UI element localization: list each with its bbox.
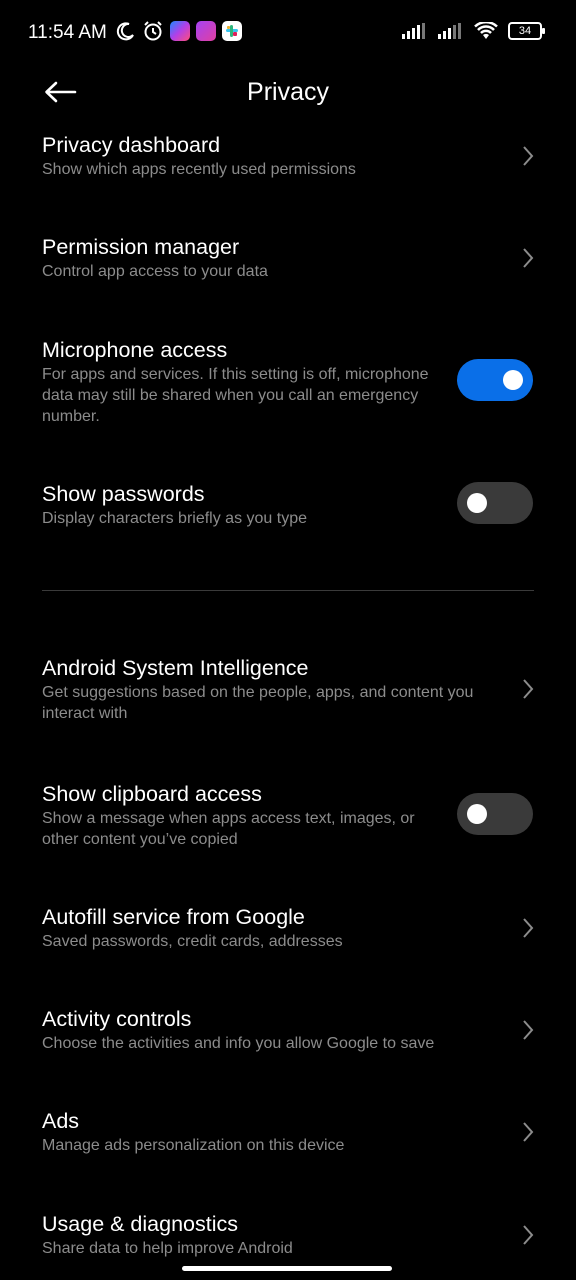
chevron-right-icon (523, 1225, 534, 1245)
moon-icon (116, 22, 134, 41)
slack-icon (222, 21, 242, 41)
show-passwords-toggle[interactable] (457, 482, 533, 524)
section-divider (42, 590, 534, 591)
chevron-right-icon (523, 1020, 534, 1040)
row-subtitle: Manage ads personalization on this devic… (42, 1137, 345, 1154)
show-clipboard-access-toggle[interactable] (457, 793, 533, 835)
row-subtitle: Show a message when apps access text, im… (42, 810, 415, 848)
chevron-right-icon (523, 918, 534, 938)
row-subtitle: Share data to help improve Android (42, 1240, 293, 1257)
show-passwords-row[interactable]: Show passwords Display characters briefl… (42, 480, 536, 529)
toggle-knob (467, 804, 487, 824)
toggle-knob (467, 493, 487, 513)
android-system-intelligence-row[interactable]: Android System Intelligence Get suggesti… (42, 654, 536, 724)
permission-manager-row[interactable]: Permission manager Control app access to… (42, 233, 536, 282)
microphone-access-toggle[interactable] (457, 359, 533, 401)
row-subtitle: Saved passwords, credit cards, addresses (42, 933, 343, 950)
signal-icon (402, 23, 425, 39)
usage-diagnostics-row[interactable]: Usage & diagnostics Share data to help i… (42, 1210, 536, 1259)
home-indicator[interactable] (182, 1266, 392, 1271)
row-subtitle: Choose the activities and info you allow… (42, 1035, 435, 1052)
battery-icon: 34 (508, 22, 545, 40)
row-subtitle: Show which apps recently used permission… (42, 161, 356, 178)
row-title: Autofill service from Google (42, 905, 305, 929)
chevron-right-icon (523, 1122, 534, 1142)
row-title: Android System Intelligence (42, 656, 309, 680)
header: Privacy (0, 64, 576, 124)
row-title: Activity controls (42, 1007, 192, 1031)
chevron-right-icon (523, 679, 534, 699)
row-title: Usage & diagnostics (42, 1212, 238, 1236)
show-clipboard-access-row[interactable]: Show clipboard access Show a message whe… (42, 780, 536, 850)
toggle-knob (503, 370, 523, 390)
status-left-icons (116, 20, 242, 42)
row-title: Permission manager (42, 235, 240, 259)
chevron-right-icon (523, 146, 534, 166)
wifi-icon (474, 22, 498, 39)
row-title: Ads (42, 1109, 80, 1133)
row-subtitle: Control app access to your data (42, 263, 268, 280)
battery-level: 34 (518, 25, 532, 37)
status-bar: 11:54 AM 34 (0, 0, 576, 64)
signal-icon (438, 23, 461, 39)
privacy-dashboard-row[interactable]: Privacy dashboard Show which apps recent… (42, 131, 536, 180)
row-title: Privacy dashboard (42, 133, 221, 157)
alarm-icon (144, 21, 162, 41)
status-time: 11:54 AM (28, 22, 107, 43)
status-right-icons: 34 (402, 22, 545, 40)
row-subtitle: For apps and services. If this setting i… (42, 366, 429, 425)
page-title: Privacy (247, 78, 329, 106)
ads-row[interactable]: Ads Manage ads personalization on this d… (42, 1107, 536, 1156)
messenger-icon (170, 21, 190, 41)
app-p-icon (196, 21, 216, 41)
chevron-right-icon (523, 248, 534, 268)
microphone-access-row[interactable]: Microphone access For apps and services.… (42, 336, 536, 427)
row-subtitle: Get suggestions based on the people, app… (42, 684, 474, 722)
row-title: Microphone access (42, 338, 228, 362)
autofill-service-row[interactable]: Autofill service from Google Saved passw… (42, 903, 536, 952)
activity-controls-row[interactable]: Activity controls Choose the activities … (42, 1005, 536, 1054)
